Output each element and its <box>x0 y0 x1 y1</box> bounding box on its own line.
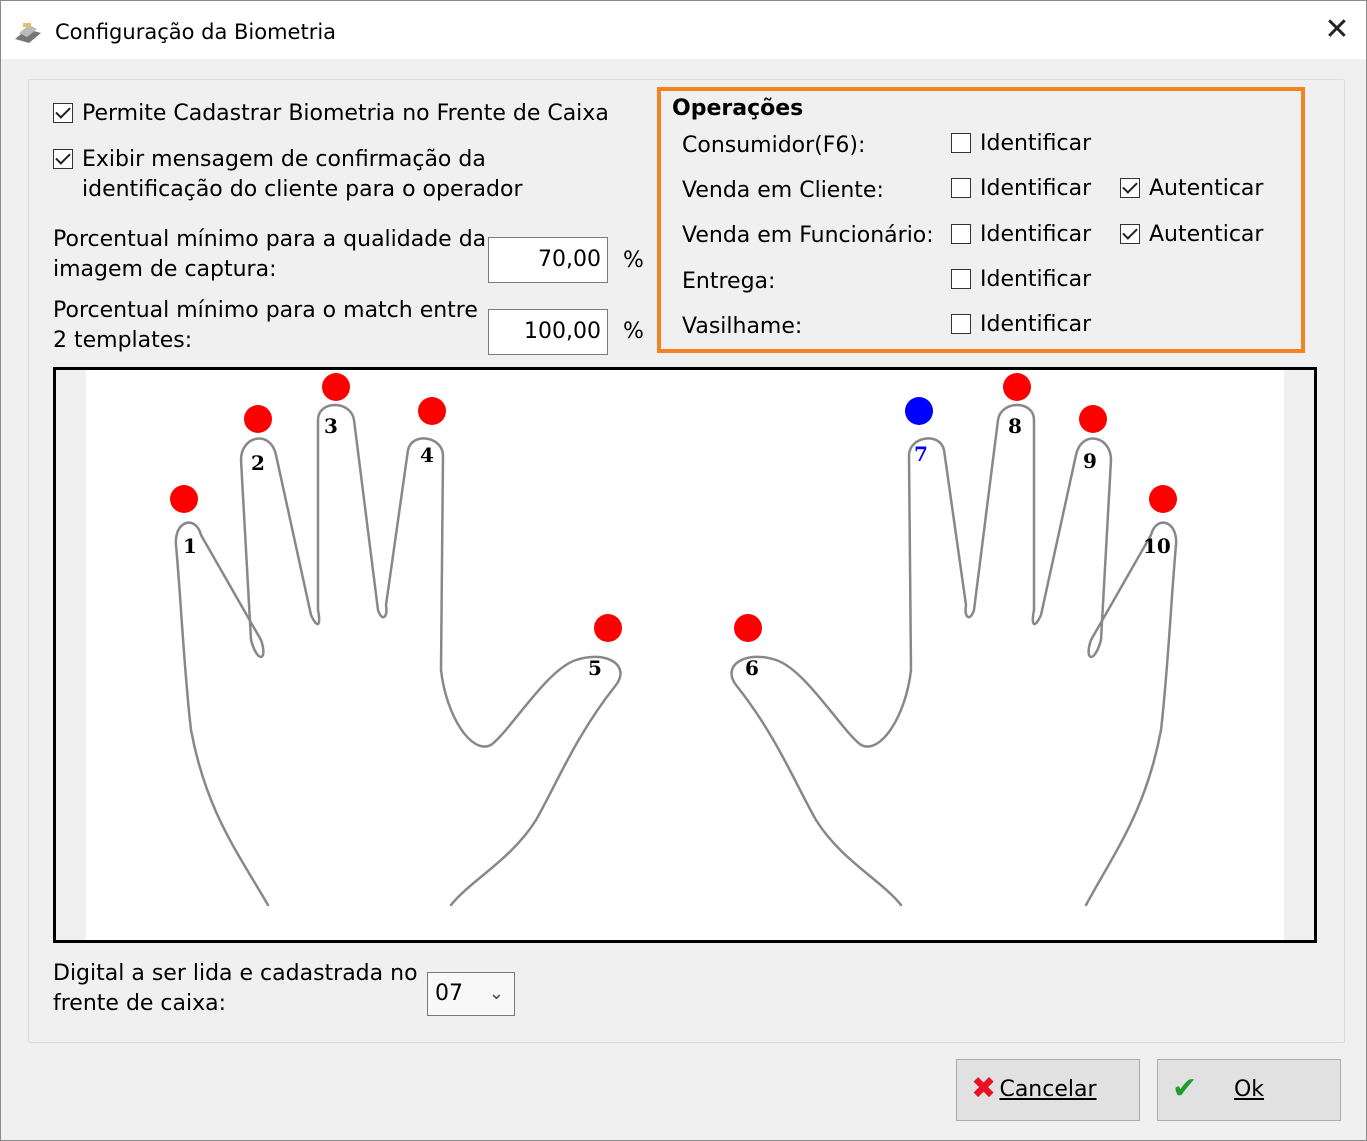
ok-button-label: Ok <box>1233 1077 1265 1102</box>
hands-outline-icon <box>174 403 1178 907</box>
finger-dot-7[interactable] <box>905 397 933 425</box>
finger-number-2: 2 <box>251 451 265 475</box>
checkbox-box[interactable] <box>1120 224 1140 244</box>
exibir-mensagem-checkbox[interactable]: Exibir mensagem de confirmação da identi… <box>53 145 523 205</box>
finger-number-7: 7 <box>914 442 928 466</box>
match-input[interactable]: 100,00 <box>488 309 608 355</box>
permite-cadastrar-checkbox[interactable]: Permite Cadastrar Biometria no Frente de… <box>53 99 609 129</box>
checkbox-label: Autenticar <box>1149 222 1264 247</box>
finger-dot-9[interactable] <box>1079 405 1107 433</box>
venda-funcionario-identificar-checkbox[interactable]: Identificar <box>951 220 1091 250</box>
ok-button[interactable]: ✔ Ok <box>1157 1059 1341 1121</box>
checkbox-label-line2: identificação do cliente para o operador <box>82 177 523 202</box>
row-label-venda-funcionario: Venda em Funcionário: <box>682 223 934 248</box>
row-label-entrega: Entrega: <box>682 269 776 294</box>
finger-number-3: 3 <box>324 414 338 438</box>
qualidade-unit: % <box>623 248 644 273</box>
venda-cliente-autenticar-checkbox[interactable]: Autenticar <box>1120 174 1263 204</box>
finger-dot-1[interactable] <box>170 485 198 513</box>
finger-dot-10[interactable] <box>1149 485 1177 513</box>
finger-number-1: 1 <box>183 534 197 558</box>
qualidade-label: Porcentual mínimo para a qualidade da im… <box>53 225 486 285</box>
app-icon <box>15 23 41 43</box>
digital-label-line1: Digital a ser lida e cadastrada no <box>53 961 418 986</box>
checkbox-box[interactable] <box>1120 178 1140 198</box>
checkbox-box[interactable] <box>951 178 971 198</box>
finger-number-4: 4 <box>420 443 434 467</box>
match-label-line2: 2 templates: <box>53 328 193 353</box>
checkbox-box[interactable] <box>53 103 73 123</box>
venda-cliente-identificar-checkbox[interactable]: Identificar <box>951 174 1091 204</box>
finger-dot-2[interactable] <box>244 405 272 433</box>
match-unit: % <box>623 319 644 344</box>
digital-label: Digital a ser lida e cadastrada no frent… <box>53 959 418 1019</box>
checkbox-box[interactable] <box>951 314 971 334</box>
hands-image-panel <box>53 367 1317 943</box>
finger-number-6: 6 <box>745 656 759 680</box>
checkbox-label: Identificar <box>980 222 1092 247</box>
finger-dot-3[interactable] <box>322 373 350 401</box>
finger-dot-6[interactable] <box>734 614 762 642</box>
operacoes-title: Operações <box>672 96 804 121</box>
match-label: Porcentual mínimo para o match entre 2 t… <box>53 296 478 356</box>
checkbox-box[interactable] <box>951 269 971 289</box>
finger-number-5: 5 <box>588 656 602 680</box>
window-title: Configuração da Biometria <box>55 20 337 44</box>
digital-label-line2: frente de caixa: <box>53 991 227 1016</box>
qualidade-label-line2: imagem de captura: <box>53 257 277 282</box>
checkbox-label: Identificar <box>980 312 1092 337</box>
checkbox-box[interactable] <box>53 149 73 169</box>
checkbox-label: Identificar <box>980 267 1092 292</box>
finger-number-9: 9 <box>1083 449 1097 473</box>
checkbox-label: Identificar <box>980 131 1092 156</box>
qualidade-label-line1: Porcentual mínimo para a qualidade da <box>53 227 487 252</box>
finger-dot-4[interactable] <box>418 397 446 425</box>
row-label-consumidor: Consumidor(F6): <box>682 133 866 158</box>
cancel-button[interactable]: ✖ Cancelar <box>956 1059 1140 1121</box>
vasilhame-identificar-checkbox[interactable]: Identificar <box>951 310 1091 340</box>
finger-dot-5[interactable] <box>594 614 622 642</box>
biometria-dialog: Configuração da Biometria ✕ Permite Cada… <box>0 0 1367 1141</box>
close-button[interactable]: ✕ <box>1322 15 1352 45</box>
checkbox-label-line1: Exibir mensagem de confirmação da <box>82 147 486 172</box>
entrega-identificar-checkbox[interactable]: Identificar <box>951 265 1091 295</box>
checkbox-box[interactable] <box>951 133 971 153</box>
title-bar: Configuração da Biometria ✕ <box>1 1 1366 59</box>
consumidor-identificar-checkbox[interactable]: Identificar <box>951 129 1091 159</box>
checkbox-label: Identificar <box>980 176 1092 201</box>
finger-number-10: 10 <box>1143 534 1171 558</box>
finger-dot-8[interactable] <box>1003 373 1031 401</box>
digital-select-value: 07 <box>435 981 463 1006</box>
checkbox-box[interactable] <box>951 224 971 244</box>
row-label-venda-cliente: Venda em Cliente: <box>682 178 884 203</box>
checkbox-label: Permite Cadastrar Biometria no Frente de… <box>82 101 609 126</box>
hands-image <box>86 370 1284 940</box>
venda-funcionario-autenticar-checkbox[interactable]: Autenticar <box>1120 220 1263 250</box>
digital-select[interactable]: 07 ⌄ <box>427 972 515 1016</box>
qualidade-input[interactable]: 70,00 <box>488 237 608 283</box>
checkbox-label: Autenticar <box>1149 176 1264 201</box>
finger-number-8: 8 <box>1008 414 1022 438</box>
chevron-down-icon: ⌄ <box>488 983 504 1004</box>
row-label-vasilhame: Vasilhame: <box>682 314 803 339</box>
match-label-line1: Porcentual mínimo para o match entre <box>53 298 478 323</box>
cancel-button-label: Cancelar <box>999 1077 1097 1102</box>
checkbox-label: Exibir mensagem de confirmação da identi… <box>82 145 523 205</box>
